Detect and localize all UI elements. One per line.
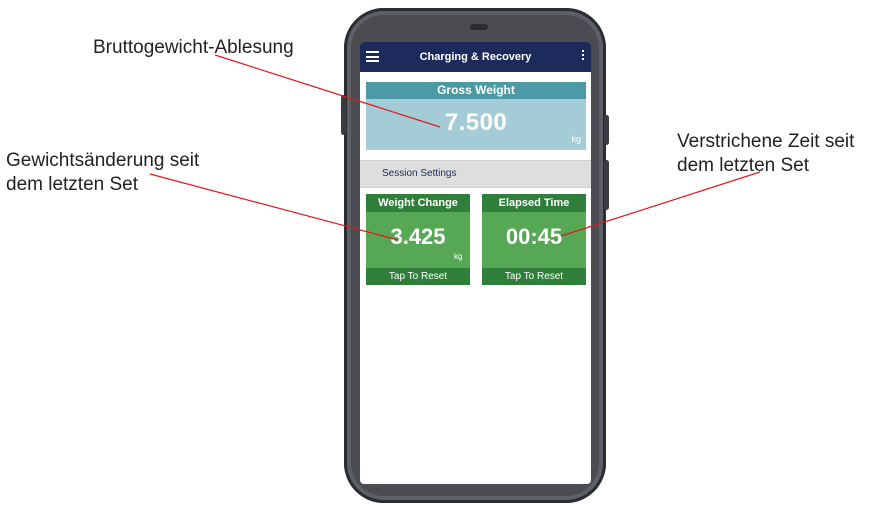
gross-weight-value: 7.500 xyxy=(444,109,508,136)
callout-weight-change-line2: dem letzten Set xyxy=(6,174,139,195)
callout-weight-change-line1: Gewichtsänderung seit xyxy=(6,150,200,171)
gross-weight-label: Gross Weight xyxy=(366,82,586,99)
elapsed-time-tile[interactable]: Elapsed Time 00:45 Tap To Reset xyxy=(482,194,586,285)
side-button-right-lower xyxy=(604,160,609,210)
side-button-left-upper xyxy=(341,95,346,135)
gross-weight-card: Gross Weight 7.500 kg xyxy=(366,82,586,150)
gross-weight-unit: kg xyxy=(571,134,581,144)
session-settings-label: Session Settings xyxy=(382,168,457,179)
hamburger-menu-icon[interactable] xyxy=(366,51,379,62)
front-camera xyxy=(470,24,488,30)
weight-change-unit: kg xyxy=(454,252,463,261)
callout-gross-text: Bruttogewicht-Ablesung xyxy=(93,37,294,58)
weight-change-reset-button[interactable]: Tap To Reset xyxy=(366,268,470,285)
elapsed-time-label: Elapsed Time xyxy=(482,194,586,212)
weight-change-tile[interactable]: Weight Change 3.425 kg Tap To Reset xyxy=(366,194,470,285)
callout-gross-weight: Bruttogewicht-Ablesung xyxy=(93,36,294,60)
phone-screen: Charging & Recovery Gross Weight 7.500 k… xyxy=(360,42,591,484)
session-settings-button[interactable]: Session Settings xyxy=(360,160,591,188)
callout-weight-change: Gewichtsänderung seit dem letzten Set xyxy=(6,149,199,197)
elapsed-time-reset-button[interactable]: Tap To Reset xyxy=(482,268,586,285)
callout-elapsed-time: Verstrichene Zeit seit dem letzten Set xyxy=(677,130,854,178)
callout-elapsed-line1: Verstrichene Zeit seit xyxy=(677,131,855,152)
app-bar: Charging & Recovery xyxy=(360,42,591,72)
weight-change-label: Weight Change xyxy=(366,194,470,212)
elapsed-time-value: 00:45 xyxy=(505,224,563,249)
more-vertical-icon[interactable] xyxy=(581,50,585,64)
callout-elapsed-line2: dem letzten Set xyxy=(677,155,810,176)
weight-change-value: 3.425 xyxy=(390,224,446,249)
app-title: Charging & Recovery xyxy=(419,51,532,63)
side-button-right-upper xyxy=(604,115,609,145)
